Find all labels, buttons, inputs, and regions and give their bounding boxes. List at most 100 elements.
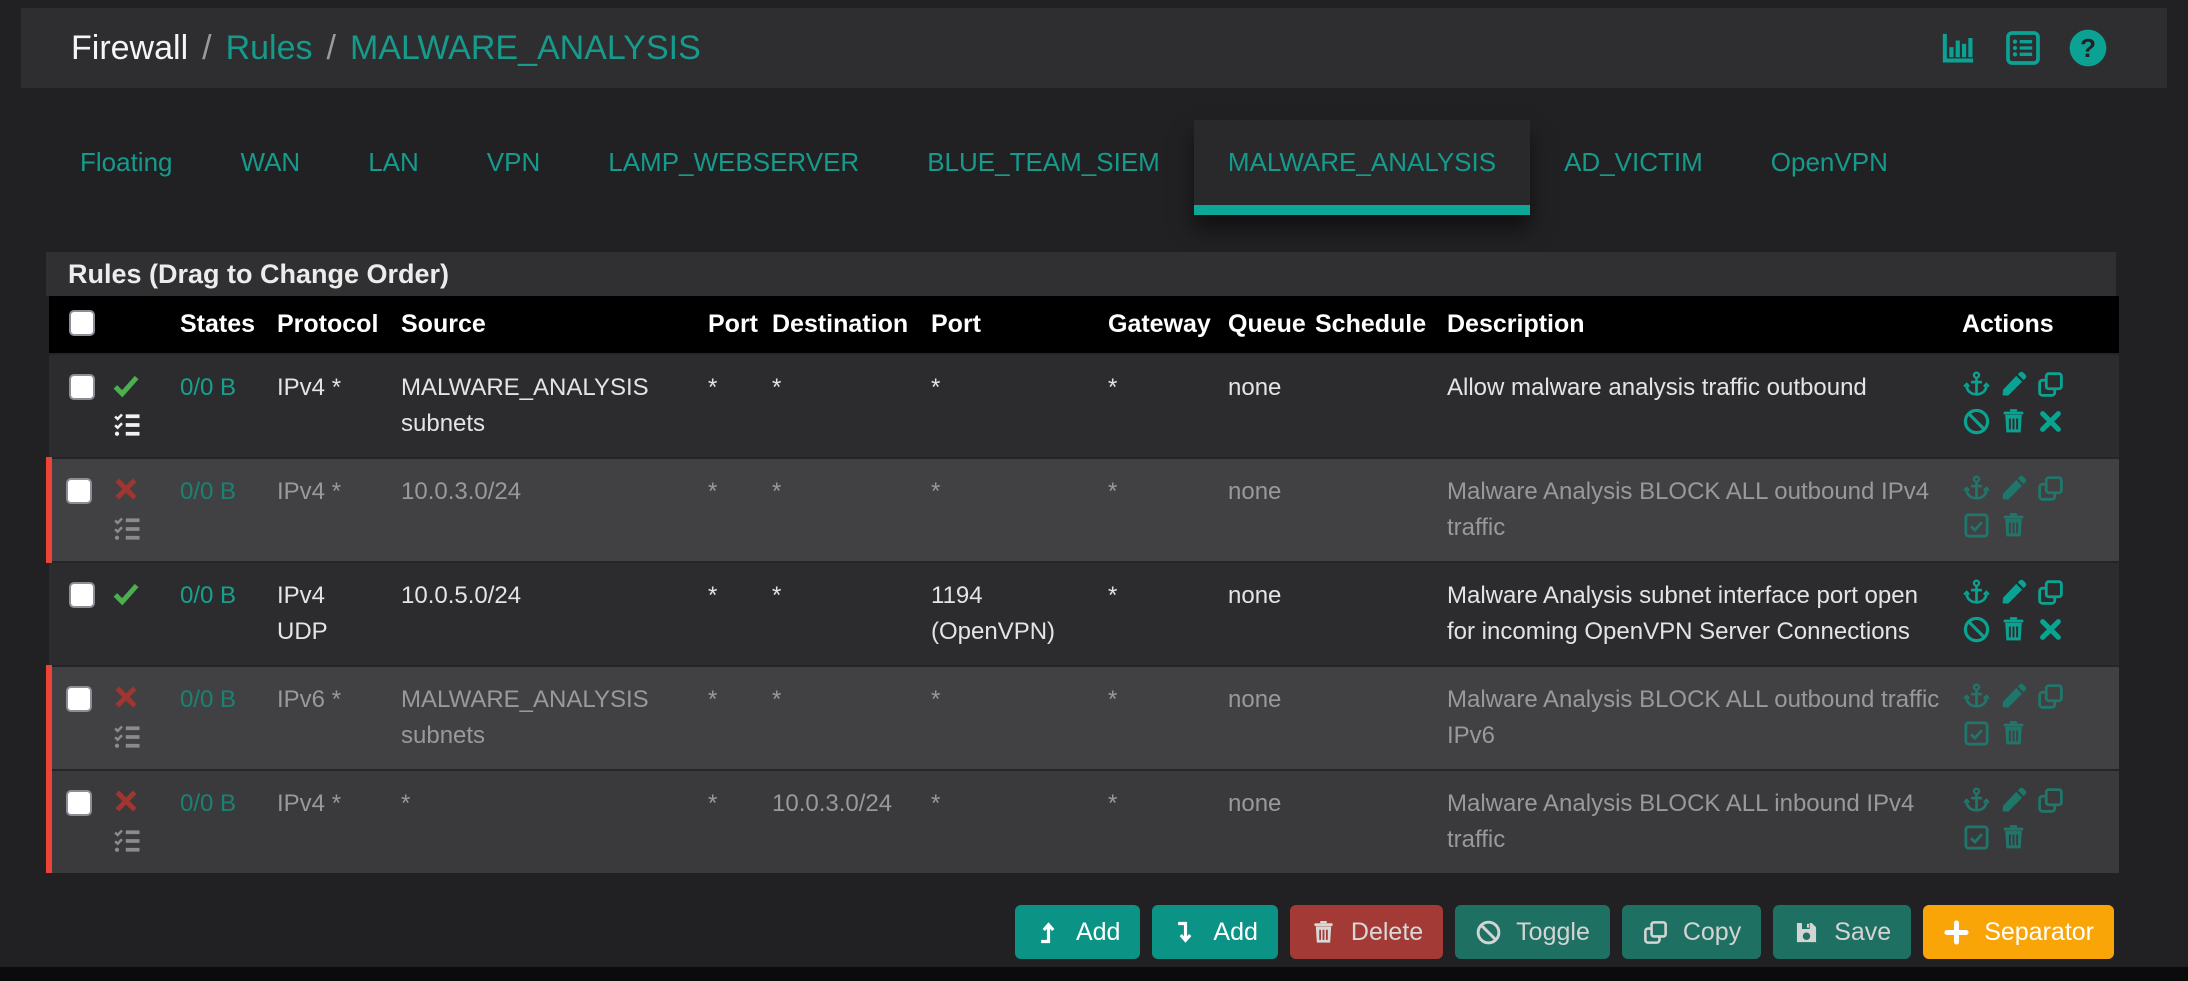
rule-schedule	[1315, 770, 1447, 873]
rule-checkbox[interactable]	[66, 686, 92, 712]
pencil-action-icon[interactable]	[1999, 370, 2028, 399]
ban-action-icon[interactable]	[1962, 615, 1991, 644]
anchor-action-icon[interactable]	[1962, 682, 1991, 711]
rules-panel: Rules (Drag to Change Order) States Prot…	[46, 252, 2116, 873]
separator-button[interactable]: Separator	[1923, 905, 2114, 959]
trash-action-icon[interactable]	[1999, 511, 2028, 540]
toggle-button[interactable]: Toggle	[1455, 905, 1610, 959]
states-detail-icon[interactable]	[111, 826, 143, 856]
rule-select-cell	[49, 562, 111, 666]
rule-indicator-cell	[111, 354, 180, 458]
bar-chart-icon[interactable]	[1939, 28, 1979, 68]
header-states: States	[180, 296, 277, 354]
rule-row[interactable]: 0/0 B IPv6 * MALWARE_ANALYSIS subnets * …	[49, 666, 2119, 770]
tab-lan[interactable]: LAN	[334, 120, 453, 215]
save-icon	[1793, 919, 1820, 946]
clone-action-icon[interactable]	[2036, 370, 2065, 399]
rules-table: States Protocol Source Port Destination …	[46, 296, 2119, 873]
check-square-action-icon[interactable]	[1962, 719, 1991, 748]
copy-button[interactable]: Copy	[1622, 905, 1761, 959]
log-view-icon[interactable]	[2003, 28, 2043, 68]
times-action-icon[interactable]	[2036, 407, 2065, 436]
rule-source-port: *	[708, 354, 772, 458]
pencil-action-icon[interactable]	[1999, 682, 2028, 711]
rule-states[interactable]: 0/0 B	[180, 562, 277, 666]
rule-states[interactable]: 0/0 B	[180, 354, 277, 458]
check-square-action-icon[interactable]	[1962, 823, 1991, 852]
clone-action-icon[interactable]	[2036, 786, 2065, 815]
breadcrumb: Firewall / Rules / MALWARE_ANALYSIS	[71, 29, 701, 68]
rule-states[interactable]: 0/0 B	[180, 666, 277, 770]
rule-protocol: IPv6 *	[277, 666, 401, 770]
rule-row[interactable]: 0/0 B IPv4 * * * 10.0.3.0/24 * * none Ma…	[49, 770, 2119, 873]
tab-floating[interactable]: Floating	[46, 120, 207, 215]
clone-action-icon[interactable]	[2036, 578, 2065, 607]
delete-button[interactable]: Delete	[1290, 905, 1443, 959]
add-rule-top-button[interactable]: Add	[1015, 905, 1140, 959]
rule-indicator-cell	[111, 666, 180, 770]
rule-actions-cell	[1962, 354, 2119, 458]
rule-checkbox[interactable]	[69, 582, 95, 608]
tab-openvpn[interactable]: OpenVPN	[1737, 120, 1922, 215]
tab-ad_victim[interactable]: AD_VICTIM	[1530, 120, 1737, 215]
rule-states[interactable]: 0/0 B	[180, 770, 277, 873]
rule-select-cell	[49, 354, 111, 458]
trash-action-icon[interactable]	[1999, 407, 2028, 436]
rule-select-cell	[49, 666, 111, 770]
rule-row[interactable]: 0/0 B IPv4 UDP 10.0.5.0/24 * * 1194 (Ope…	[49, 562, 2119, 666]
breadcrumb-section: Firewall	[71, 29, 188, 68]
breadcrumb-bar: Firewall / Rules / MALWARE_ANALYSIS ?	[21, 8, 2167, 88]
svg-text:?: ?	[2080, 33, 2096, 63]
rule-queue: none	[1228, 458, 1315, 562]
tab-label: LAN	[368, 147, 419, 178]
anchor-action-icon[interactable]	[1962, 786, 1991, 815]
tab-malware_analysis[interactable]: MALWARE_ANALYSIS	[1194, 120, 1530, 215]
button-label: Add	[1213, 918, 1257, 947]
rule-checkbox[interactable]	[66, 790, 92, 816]
tab-lamp_webserver[interactable]: LAMP_WEBSERVER	[574, 120, 893, 215]
tab-vpn[interactable]: VPN	[453, 120, 574, 215]
anchor-action-icon[interactable]	[1962, 474, 1991, 503]
clone-action-icon[interactable]	[2036, 474, 2065, 503]
anchor-action-icon[interactable]	[1962, 578, 1991, 607]
ban-action-icon[interactable]	[1962, 407, 1991, 436]
states-detail-icon[interactable]	[111, 722, 143, 752]
trash-action-icon[interactable]	[1999, 615, 2028, 644]
select-all-checkbox[interactable]	[69, 310, 95, 336]
pencil-action-icon[interactable]	[1999, 474, 2028, 503]
breadcrumb-link-interface[interactable]: MALWARE_ANALYSIS	[350, 29, 701, 68]
trash-icon	[1310, 919, 1337, 946]
clone-icon	[1642, 919, 1669, 946]
states-detail-icon[interactable]	[111, 410, 143, 440]
rule-enabled-check-icon	[111, 578, 141, 608]
bottom-strip	[0, 967, 2188, 981]
pencil-action-icon[interactable]	[1999, 786, 2028, 815]
times-action-icon[interactable]	[2036, 615, 2065, 644]
rule-row[interactable]: 0/0 B IPv4 * 10.0.3.0/24 * * * * none Ma…	[49, 458, 2119, 562]
anchor-action-icon[interactable]	[1962, 370, 1991, 399]
rule-states[interactable]: 0/0 B	[180, 458, 277, 562]
add-rule-bottom-button[interactable]: Add	[1152, 905, 1277, 959]
trash-action-icon[interactable]	[1999, 719, 2028, 748]
help-icon[interactable]: ?	[2067, 27, 2109, 69]
rule-actions-cell	[1962, 562, 2119, 666]
tab-blue_team_siem[interactable]: BLUE_TEAM_SIEM	[893, 120, 1194, 215]
header-indicator-cell	[111, 296, 180, 354]
save-button[interactable]: Save	[1773, 905, 1911, 959]
rule-checkbox[interactable]	[66, 478, 92, 504]
pencil-action-icon[interactable]	[1999, 578, 2028, 607]
plus-icon	[1943, 919, 1970, 946]
rule-checkbox[interactable]	[69, 374, 95, 400]
rule-description: Allow malware analysis traffic outbound	[1447, 354, 1962, 458]
interface-tabs: Floating WAN LAN VPN LAMP_WEBSERVER BLUE…	[46, 120, 2142, 215]
rule-destination: *	[772, 354, 931, 458]
tab-label: Floating	[80, 147, 173, 178]
states-detail-icon[interactable]	[111, 514, 143, 544]
rule-row[interactable]: 0/0 B IPv4 * MALWARE_ANALYSIS subnets * …	[49, 354, 2119, 458]
tab-wan[interactable]: WAN	[207, 120, 335, 215]
rule-actions-cell	[1962, 770, 2119, 873]
check-square-action-icon[interactable]	[1962, 511, 1991, 540]
trash-action-icon[interactable]	[1999, 823, 2028, 852]
breadcrumb-link-rules[interactable]: Rules	[226, 29, 313, 68]
clone-action-icon[interactable]	[2036, 682, 2065, 711]
